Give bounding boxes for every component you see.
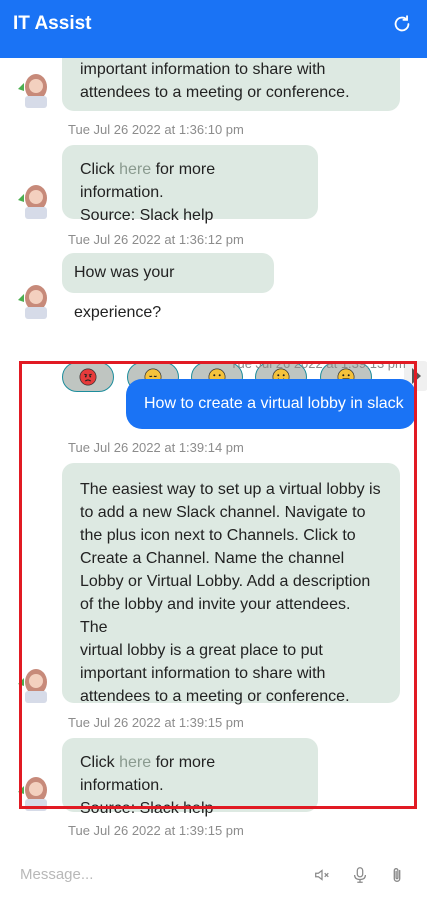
bot-message: Click here for more information. Source:…	[62, 145, 318, 224]
bot-avatar-icon	[18, 285, 47, 319]
message-timestamp: Tue Jul 26 2022 at 1:39:15 pm	[68, 823, 244, 838]
message-source: Source: Slack help	[80, 800, 214, 817]
message-timestamp: Tue Jul 26 2022 at 1:36:10 pm	[68, 122, 244, 137]
message-timestamp: Tue Jul 26 2022 at 1:39:15 pm	[68, 715, 244, 730]
message-line: virtual lobby is a great place to put	[80, 642, 323, 659]
message-text: Click	[80, 754, 120, 771]
message-text: Click	[80, 161, 120, 178]
paperclip-icon[interactable]	[388, 866, 406, 884]
more-info-link[interactable]: here	[119, 754, 151, 771]
message-line: important information to share with	[80, 665, 326, 682]
chat-transcript[interactable]: important information to share with atte…	[0, 58, 427, 848]
bot-message: Click here for more information. Source:…	[62, 738, 318, 817]
message-source: Source: Slack help	[80, 207, 214, 224]
message-text: How to create a virtual lobby in slack	[144, 395, 404, 412]
message-line: The easiest way to set up a virtual lobb…	[80, 481, 381, 498]
message-line: Lobby or Virtual Lobby. Add a descriptio…	[80, 573, 371, 590]
message-timestamp: Tue Jul 26 2022 at 1:39:13 pm	[230, 356, 406, 371]
message-text: How was your experience?	[74, 264, 175, 321]
bot-message: The easiest way to set up a virtual lobb…	[62, 463, 400, 705]
user-message: How to create a virtual lobby in slack	[126, 379, 416, 429]
bot-avatar-icon	[18, 185, 47, 219]
app-header: IT Assist	[0, 0, 427, 58]
message-timestamp: Tue Jul 26 2022 at 1:36:12 pm	[68, 232, 244, 247]
message-line: to add a new Slack channel. Navigate to	[80, 504, 366, 521]
app-title: IT Assist	[13, 13, 92, 34]
message-line: attendees to a meeting or conference.	[80, 688, 350, 705]
message-timestamp: Tue Jul 26 2022 at 1:39:14 pm	[68, 440, 244, 455]
refresh-icon[interactable]	[391, 13, 413, 35]
message-input[interactable]	[18, 860, 292, 888]
message-line: Click here for more information.	[80, 751, 300, 797]
message-line: the plus icon next to Channels. Click to	[80, 527, 356, 544]
bot-message: How was your experience?	[62, 253, 274, 321]
more-info-link[interactable]: here	[119, 161, 151, 178]
message-line: attendees to a meeting or conference.	[80, 84, 350, 101]
bot-avatar-icon	[18, 777, 47, 811]
mute-speaker-icon[interactable]	[313, 866, 331, 884]
message-line: of the lobby and invite your attendees. …	[80, 596, 351, 636]
message-line: Click here for more information.	[80, 158, 300, 204]
feedback-angry-button[interactable]	[62, 362, 114, 392]
message-line: important information to share with	[80, 61, 326, 78]
bot-avatar-icon	[18, 669, 47, 703]
bot-message: important information to share with atte…	[62, 58, 400, 111]
bot-avatar-icon	[18, 74, 47, 108]
message-line: Create a Channel. Name the channel	[80, 550, 345, 567]
microphone-icon[interactable]	[351, 866, 369, 884]
angry-face-icon	[79, 368, 97, 386]
